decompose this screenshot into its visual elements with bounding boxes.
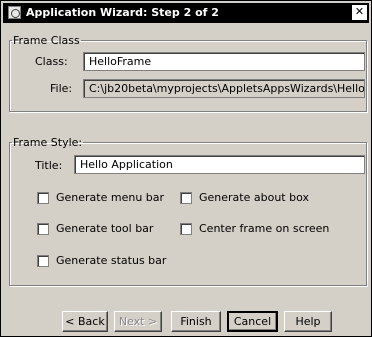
center-frame-on-screen-checkbox[interactable] (180, 223, 192, 235)
class-label: Class: (35, 55, 68, 68)
class-name-input[interactable]: HelloFrame (83, 52, 365, 71)
finish-button[interactable]: Finish (171, 311, 221, 332)
generate-status-bar-checkbox[interactable] (37, 255, 49, 267)
title-bar[interactable]: Application Wizard: Step 2 of 2 ✕ (3, 3, 369, 23)
generate-status-bar-label: Generate status bar (56, 254, 167, 267)
application-wizard-window: Application Wizard: Step 2 of 2 ✕ Frame … (0, 0, 372, 337)
app-icon (8, 6, 21, 19)
generate-menu-bar-checkbox[interactable] (37, 192, 49, 204)
file-path-field: C:\jb20beta\myprojects\AppletsAppsWizard… (83, 79, 365, 98)
generate-about-box-checkbox[interactable] (180, 192, 192, 204)
title-input[interactable]: Hello Application (74, 155, 365, 174)
next-button[interactable]: Next > (114, 311, 162, 332)
frame-class-legend: Frame Class (13, 34, 80, 47)
window-title: Application Wizard: Step 2 of 2 (26, 6, 219, 19)
generate-tool-bar-checkbox[interactable] (37, 223, 49, 235)
back-button[interactable]: < Back (62, 311, 108, 332)
generate-tool-bar-label: Generate tool bar (56, 222, 154, 235)
generate-about-box-label: Generate about box (199, 191, 309, 204)
help-button[interactable]: Help (284, 311, 332, 332)
close-button[interactable]: ✕ (352, 5, 367, 20)
frame-style-legend: Frame Style: (13, 136, 83, 149)
file-label: File: (50, 82, 73, 95)
title-label: Title: (35, 159, 63, 172)
cancel-button[interactable]: Cancel (227, 311, 278, 332)
generate-menu-bar-label: Generate menu bar (56, 191, 165, 204)
frame-class-group: Frame Class (9, 34, 367, 112)
center-frame-on-screen-label: Center frame on screen (199, 222, 330, 235)
